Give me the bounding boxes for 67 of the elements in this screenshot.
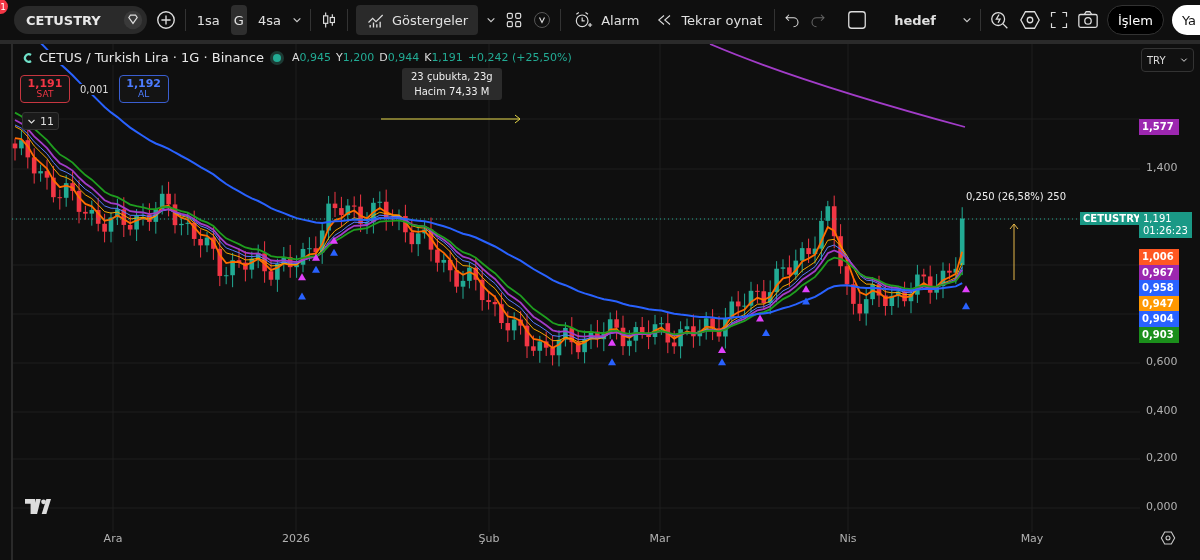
time-label: Ara xyxy=(103,532,123,545)
tooltip-text: 23 çubukta, 23g xyxy=(411,71,493,82)
time-label: 2026 xyxy=(282,532,310,545)
trade-button[interactable]: İşlem xyxy=(1107,5,1164,35)
symbol-title: CETUS / Turkish Lira · 1G · Binance xyxy=(39,50,264,65)
square-icon[interactable] xyxy=(846,9,869,31)
line-price-tag: 1,006 xyxy=(1139,249,1179,265)
add-icon[interactable] xyxy=(154,9,177,31)
sell-button[interactable]: 1,191 SAT xyxy=(20,75,70,103)
interval-tab[interactable]: G xyxy=(230,5,247,35)
alarm-button[interactable]: Alarm xyxy=(569,5,644,35)
price-tick: 0,600 xyxy=(1146,355,1178,368)
price-tick: 0,200 xyxy=(1146,451,1178,464)
interval-tab[interactable]: 4sa xyxy=(254,5,284,35)
vertical-arrow xyxy=(1009,223,1019,281)
price-tick: 0,000 xyxy=(1146,500,1178,513)
lightning-search-icon[interactable] xyxy=(989,9,1011,31)
line-price-tag: 0,904 xyxy=(1139,311,1179,327)
coin-logo-icon xyxy=(22,51,34,64)
symbol-search-button[interactable]: CETUSTRY xyxy=(14,6,147,34)
tooltip-text: Hacim 74,33 M xyxy=(414,86,490,97)
last-price: 1,191 xyxy=(1143,213,1173,225)
time-label: Nis xyxy=(839,532,857,545)
alarm-clock-icon xyxy=(573,10,594,30)
signal-triangle-icon xyxy=(608,338,616,346)
v-circle-icon[interactable] xyxy=(532,10,553,30)
layout-name-button[interactable]: hedef xyxy=(876,5,954,35)
logo-icon xyxy=(25,499,51,514)
price-tick: 1,400 xyxy=(1146,161,1178,174)
line-price-tag: 0,903 xyxy=(1139,327,1179,343)
chevron-down-icon[interactable] xyxy=(486,15,497,25)
price-tick: 0,400 xyxy=(1146,404,1178,417)
bar-countdown: 01:26:23 xyxy=(1143,225,1188,237)
replay-button[interactable]: Tekrar oynat xyxy=(651,5,767,35)
line-price-tag: 0,958 xyxy=(1139,280,1179,296)
ohlc-value: D0,944 xyxy=(379,51,420,64)
price-change: +0,242 (+25,50%) xyxy=(467,51,572,64)
measure-label: 0,250 (26,58%) 250 xyxy=(966,191,1066,202)
ohlc-value: Y1,200 xyxy=(335,51,375,64)
indicators-button[interactable]: Göstergeler xyxy=(355,5,479,35)
publish-button[interactable]: Ya xyxy=(1171,5,1200,35)
signal-triangle-icon xyxy=(962,302,970,310)
redo-icon[interactable] xyxy=(809,11,828,29)
status-dot-icon xyxy=(272,53,281,62)
notification-badge[interactable]: 1 xyxy=(0,0,8,14)
time-label: Mar xyxy=(649,532,671,545)
chevron-down-icon xyxy=(1180,56,1188,64)
interval-tab[interactable]: 1sa xyxy=(193,5,223,35)
indicator-toggle-button[interactable]: 11 xyxy=(22,112,59,130)
ohlc-value: K1,191 xyxy=(424,51,463,64)
settings-icon[interactable] xyxy=(1019,9,1041,31)
buy-button[interactable]: 1,192 AL xyxy=(118,75,169,103)
undo-icon[interactable] xyxy=(783,11,802,29)
chevron-down-icon[interactable] xyxy=(962,15,972,25)
line-price-tag: 1,577 xyxy=(1139,119,1179,135)
chevron-down-icon[interactable] xyxy=(291,15,302,25)
ohlc-value: A0,945 xyxy=(291,51,331,64)
signal-triangle-icon xyxy=(608,358,616,366)
fullscreen-icon[interactable] xyxy=(1049,10,1069,30)
camera-icon[interactable] xyxy=(1077,9,1099,31)
signal-triangle-icon xyxy=(962,285,970,293)
settings-icon[interactable] xyxy=(1160,530,1176,546)
spread-value: 0,001 xyxy=(80,83,109,95)
time-label: May xyxy=(1020,532,1044,545)
currency-dropdown[interactable]: TRY xyxy=(1141,48,1194,72)
signal-triangle-icon xyxy=(298,292,306,300)
time-label: Şub xyxy=(478,532,500,545)
